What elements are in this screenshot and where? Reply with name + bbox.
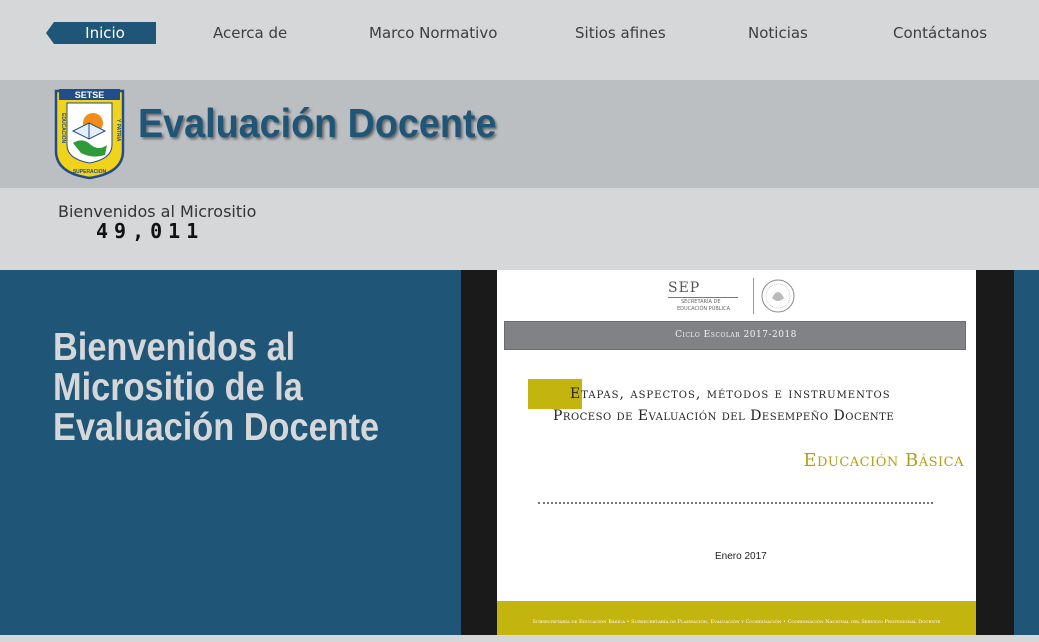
nav-item-sitios-afines[interactable]: Sitios afines [575, 22, 666, 44]
logo-top-text: SETSE [75, 90, 105, 100]
document-title-line-2: Proceso de Evaluación del Desempeño Doce… [553, 408, 895, 424]
school-cycle-bar: Ciclo Escolar 2017-2018 [504, 321, 966, 350]
nav-item-contactanos[interactable]: Contáctanos [893, 22, 987, 44]
logo-divider [753, 278, 754, 314]
sep-subtitle-1: SECRETARÍA DE [681, 299, 721, 305]
hero-heading-line-3: Evaluación Docente [53, 406, 380, 449]
school-cycle-text: Ciclo Escolar 2017-2018 [675, 330, 797, 340]
national-seal-icon [761, 279, 795, 313]
sep-subtitle-2: EDUCACIÓN PÚBLICA [677, 306, 731, 312]
logo-bottom-text: SUPERACION [73, 169, 107, 175]
document-date: Enero 2017 [715, 551, 767, 562]
site-title: Evaluación Docente [138, 100, 497, 146]
sep-logo-rule [668, 297, 738, 298]
document-footer-bar: Subsecretaría de Educación Básica • Subs… [497, 601, 976, 635]
document-title-line-1: Etapas, aspectos, métodos e instrumentos [570, 386, 891, 402]
education-level: Educación Básica [803, 450, 964, 471]
nav-item-marco-normativo[interactable]: Marco Normativo [369, 22, 497, 44]
nav-item-noticias[interactable]: Noticias [748, 22, 808, 44]
document-preview[interactable]: SEP SECRETARÍA DE EDUCACIÓN PÚBLICA Cicl… [497, 270, 976, 635]
visit-counter: 49,011 [96, 219, 205, 243]
nav-item-inicio[interactable]: Inicio [46, 22, 156, 44]
setse-logo[interactable]: SETSE EDUCACION Y PATRIA SUPERACION [53, 87, 126, 180]
hero-heading-line-2: Micrositio de la [53, 366, 303, 409]
top-nav: Inicio Acerca de Marco Normativo Sitios … [0, 0, 1039, 80]
logo-left-text: EDUCACION [60, 113, 66, 144]
hero-heading-line-1: Bienvenidos al [53, 326, 296, 369]
bottom-strip [0, 635, 1039, 642]
document-footer-text: Subsecretaría de Educación Básica • Subs… [532, 619, 941, 625]
logo-right-text: Y PATRIA [115, 119, 121, 142]
nav-item-acerca-de[interactable]: Acerca de [213, 22, 287, 44]
hero-heading: Bienvenidos al Micrositio de la Evaluaci… [53, 328, 379, 448]
dotted-divider [538, 502, 933, 504]
sep-logo: SEP [668, 280, 701, 296]
